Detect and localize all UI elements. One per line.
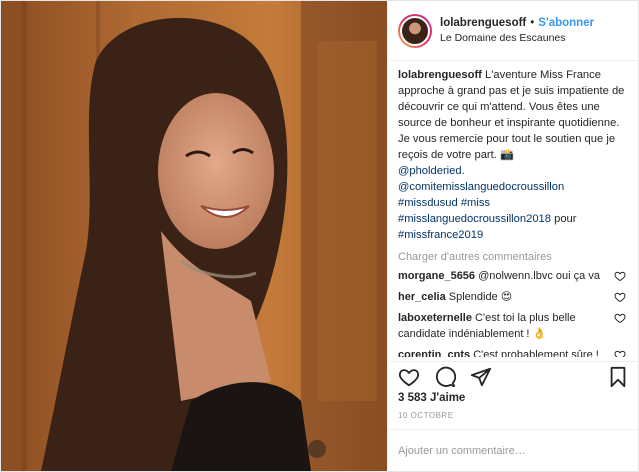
comment-text: Splendide 😍	[448, 291, 513, 303]
location-link[interactable]: Le Domaine des Escaunes	[440, 32, 594, 44]
likes-count[interactable]: 3 583 J'aime	[398, 392, 465, 404]
caption-text: L'aventure Miss France approche à grand …	[398, 69, 625, 161]
hashtag-link[interactable]: #missfrance2019	[398, 229, 483, 241]
comment-username[interactable]: her_celia	[398, 291, 446, 303]
avatar[interactable]	[398, 13, 432, 48]
comment-input[interactable]	[398, 444, 628, 457]
bookmark-icon	[610, 366, 626, 387]
post-photo[interactable]	[1, 1, 387, 471]
save-button[interactable]	[608, 366, 628, 388]
comment-item: her_celia Splendide 😍	[398, 289, 626, 305]
like-button[interactable]	[398, 366, 420, 388]
post-date: 10 OCTOBRE	[398, 411, 454, 420]
follow-button[interactable]: S'abonner	[538, 17, 594, 29]
action-bar	[388, 361, 638, 391]
caption-username[interactable]: lolabrenguesoff	[398, 69, 482, 81]
header-username[interactable]: lolabrenguesoff	[440, 17, 526, 29]
share-button[interactable]	[470, 366, 492, 388]
heart-icon	[398, 368, 420, 386]
heart-icon[interactable]	[614, 349, 626, 357]
add-comment-bar	[388, 429, 638, 471]
share-icon	[470, 367, 492, 386]
caption: lolabrenguesoff L'aventure Miss France a…	[398, 67, 626, 243]
comment-item: corentin_cnts C'est probablement sûre ! …	[398, 347, 626, 357]
load-more-comments-button[interactable]: Charger d'autres commentaires	[398, 251, 626, 263]
heart-icon[interactable]	[614, 291, 626, 303]
heart-icon[interactable]	[614, 270, 626, 282]
comment-username[interactable]: morgane_5656	[398, 270, 475, 282]
mention-link[interactable]: @pholderied.	[398, 165, 465, 177]
comment-username[interactable]: corentin_cnts	[398, 349, 470, 357]
comments-area[interactable]: lolabrenguesoff L'aventure Miss France a…	[388, 67, 638, 357]
instagram-post: lolabrenguesoff • S'abonner Le Domaine d…	[0, 0, 639, 472]
hashtag-link[interactable]: #miss	[461, 197, 490, 209]
separator-dot: •	[530, 17, 535, 29]
mention-link[interactable]: @comitemisslanguedocroussillon	[398, 181, 564, 193]
heart-icon[interactable]	[614, 312, 626, 324]
portrait-image	[1, 1, 387, 471]
hashtag-link[interactable]: #missdusud	[398, 197, 458, 209]
post-header: lolabrenguesoff • S'abonner Le Domaine d…	[388, 1, 638, 61]
avatar-image	[400, 15, 430, 46]
hashtag-link[interactable]: #misslanguedocroussillon2018	[398, 213, 551, 225]
post-sidebar: lolabrenguesoff • S'abonner Le Domaine d…	[387, 1, 638, 471]
comment-text: @nolwenn.lbvc oui ça va	[478, 270, 600, 282]
comment-item: morgane_5656 @nolwenn.lbvc oui ça va	[398, 268, 626, 284]
comment-username[interactable]: laboxeternelle	[398, 312, 472, 324]
caption-word: pour	[554, 213, 577, 225]
comment-item: laboxeternelle C'est toi la plus belle c…	[398, 310, 626, 342]
header-text: lolabrenguesoff • S'abonner Le Domaine d…	[440, 17, 594, 44]
comment-button[interactable]	[434, 366, 456, 388]
comment-icon	[435, 366, 456, 387]
